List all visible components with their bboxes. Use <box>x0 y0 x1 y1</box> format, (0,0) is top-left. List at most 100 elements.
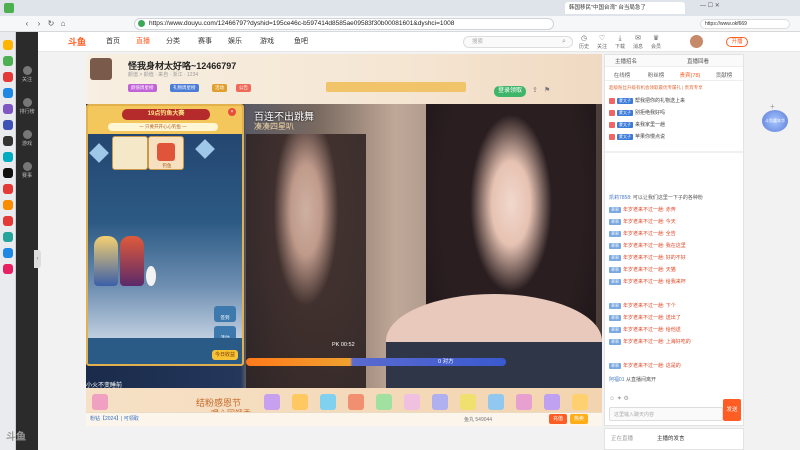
gift-icon[interactable] <box>404 394 420 410</box>
share-icon[interactable]: ⇪ <box>532 86 538 94</box>
gift-icon[interactable] <box>460 394 476 410</box>
search-icon[interactable]: ⌕ <box>562 38 566 46</box>
emoji-icon[interactable]: ☺ <box>609 396 615 402</box>
favorites-icon[interactable] <box>3 40 13 50</box>
window-controls[interactable]: — ☐ ✕ <box>700 2 720 9</box>
app-icon[interactable] <box>3 88 13 98</box>
app-icon[interactable] <box>3 264 13 274</box>
chat-message[interactable]: 草率 年岁老来不过一趟: 下个 <box>609 301 741 311</box>
gift-icon[interactable] <box>320 394 336 410</box>
tab-replay[interactable]: 直播回看 <box>687 57 709 65</box>
follow-button[interactable]: 登录领取 <box>494 86 526 97</box>
tab-live-now[interactable]: 正在直播 <box>611 434 633 442</box>
game-item-card[interactable] <box>112 136 148 170</box>
app-icon[interactable] <box>3 136 13 146</box>
open-stream-button[interactable]: 开播 <box>726 37 748 47</box>
vip-button[interactable]: ♛ 会员 <box>648 35 664 50</box>
sidebar-item-rank[interactable]: 排行榜 <box>16 98 38 115</box>
nav-ent[interactable]: 娱乐 <box>228 37 242 47</box>
app-icon[interactable] <box>3 200 13 210</box>
tab-anchor-title[interactable]: 主播招名 <box>615 57 637 65</box>
reload-icon[interactable]: ↻ <box>46 19 56 29</box>
earnings-button[interactable]: 今日收益 <box>212 350 238 360</box>
gift-icon[interactable] <box>572 394 588 410</box>
game-item-card[interactable]: 钓鱼 <box>148 136 184 170</box>
app-icon[interactable] <box>3 248 13 258</box>
chat-message[interactable]: 草率 年岁老来不过一趟: 给他送 <box>609 325 741 335</box>
home-icon[interactable]: ⌂ <box>58 19 68 29</box>
message-button[interactable]: ✉ 消息 <box>630 35 646 50</box>
tiktok-icon[interactable] <box>3 168 13 178</box>
history-button[interactable]: ◷ 历史 <box>576 35 592 50</box>
sidebar-item-follow[interactable]: 关注 <box>16 66 38 83</box>
app-icon[interactable] <box>3 232 13 242</box>
hot-sale-button[interactable]: 热卖 <box>570 414 588 424</box>
report-icon[interactable]: ⚑ <box>544 86 550 94</box>
gift-icon[interactable] <box>376 394 392 410</box>
gift-icon[interactable] <box>544 394 560 410</box>
nav-fishbar[interactable]: 鱼吧 <box>294 37 308 47</box>
room-badge[interactable]: 颜值周星榜 <box>128 84 157 92</box>
back-icon[interactable]: ‹ <box>22 19 32 29</box>
gift-icon[interactable] <box>432 394 448 410</box>
chat-message[interactable]: 草率 年岁老来不过一趟: 全告 <box>609 229 741 239</box>
sidebar-item-game[interactable]: 游戏 <box>16 130 38 147</box>
chat-message[interactable]: 草率 年岁老来不过一趟: 今天 <box>609 217 741 227</box>
rank-row[interactable]: 蒙太子 别拒绝我好吗 <box>609 109 741 119</box>
tab-fans[interactable]: 粉丝榜 <box>639 71 673 79</box>
nav-home[interactable]: 首页 <box>106 37 120 47</box>
send-button[interactable]: 发送 <box>723 399 741 421</box>
url-input[interactable]: https://www.douyu.com/12466797?dyshid=19… <box>134 18 554 30</box>
chat-message[interactable]: 凯莉7858: 可以让我们这里一下子的各种粉 <box>609 193 741 203</box>
gift-icon[interactable] <box>264 394 280 410</box>
app-icon[interactable] <box>3 216 13 226</box>
nav-live[interactable]: 直播 <box>136 37 150 47</box>
room-badge[interactable]: 公告 <box>236 84 251 92</box>
avatar[interactable] <box>690 35 703 48</box>
carnival-badge[interactable]: 斗鱼嘉年华 <box>762 110 788 132</box>
gift-icon[interactable] <box>292 394 308 410</box>
charge-button[interactable]: 充值 <box>549 414 567 424</box>
side-item-checkin[interactable]: 签到 <box>214 306 236 322</box>
nav-match[interactable]: 赛事 <box>198 37 212 47</box>
active-tab[interactable]: 韩国移民"中国台湾" 台当局急了 <box>565 2 685 14</box>
gift-icon[interactable] <box>92 394 108 410</box>
rank-row[interactable]: 蒙太子 苹果你慢点说 <box>609 133 741 143</box>
activity-banner[interactable] <box>326 82 466 92</box>
nav-game[interactable]: 游戏 <box>260 37 274 47</box>
chat-message[interactable]: 草率 年岁老来不过一趟: 我在这里 <box>609 241 741 251</box>
tab-contribution[interactable]: 贡献榜 <box>707 71 741 79</box>
tab-vip[interactable]: 贵宾(78) <box>673 71 707 79</box>
chat-message[interactable]: 草率 年岁老来不过一趟: 赤奔 <box>609 205 741 215</box>
app-icon[interactable] <box>3 184 13 194</box>
gift-icon[interactable] <box>348 394 364 410</box>
chat-message[interactable]: 阿福01 从直播间离开 <box>609 375 741 385</box>
app-icon[interactable] <box>3 152 13 162</box>
gift-small-icon[interactable]: ✦ <box>617 396 622 402</box>
fishing-game-panel[interactable]: 19点钓鱼大赛 一 只要开开心心钓鱼 一 × 钓鱼 签到 活动 今日收益 <box>86 104 244 366</box>
side-search-input[interactable]: https://www.okf669 <box>700 19 790 29</box>
room-badge[interactable]: 活动 <box>212 84 227 92</box>
chat-input[interactable]: 这里输入聊天内容 <box>609 407 723 421</box>
gift-icon[interactable] <box>516 394 532 410</box>
chat-message[interactable]: 草率 年岁老来不过一趟: 这是的 <box>609 361 741 371</box>
settings-icon[interactable]: ⚙ <box>624 396 629 402</box>
tab-anchor-speech[interactable]: 主播的发言 <box>657 434 685 442</box>
follow-button[interactable]: ♡ 关注 <box>594 35 610 50</box>
search-input[interactable]: 搜索 <box>463 36 573 48</box>
close-icon[interactable]: × <box>228 108 236 116</box>
rank-row[interactable]: 蒙太子 帮我把你的礼物送上来 <box>609 97 741 107</box>
rank-row[interactable]: 蒙太子 来我家里一趟 <box>609 121 741 131</box>
logo[interactable]: 斗鱼 <box>68 36 96 48</box>
room-badge[interactable]: 礼物周星榜 <box>170 84 199 92</box>
chat-message[interactable]: 草率 年岁老来不过一趟: 上海好吃的 <box>609 337 741 347</box>
download-button[interactable]: ⤓ 下载 <box>612 35 628 50</box>
chat-message[interactable]: 草率 年岁老来不过一趟: 天猫 <box>609 265 741 275</box>
fan-diamond-label[interactable]: 粉钻【2024】| 可领取 <box>90 415 139 422</box>
chat-message[interactable]: 草率 年岁老来不过一趟: 给我来杯 <box>609 277 741 287</box>
nav-category[interactable]: 分类 <box>166 37 180 47</box>
tab-online[interactable]: 在线榜 <box>605 71 639 79</box>
chat-message[interactable]: 草率 年岁老来不过一趟: 好的不好 <box>609 253 741 263</box>
forward-icon[interactable]: › <box>34 19 44 29</box>
app-icon[interactable] <box>3 56 13 66</box>
